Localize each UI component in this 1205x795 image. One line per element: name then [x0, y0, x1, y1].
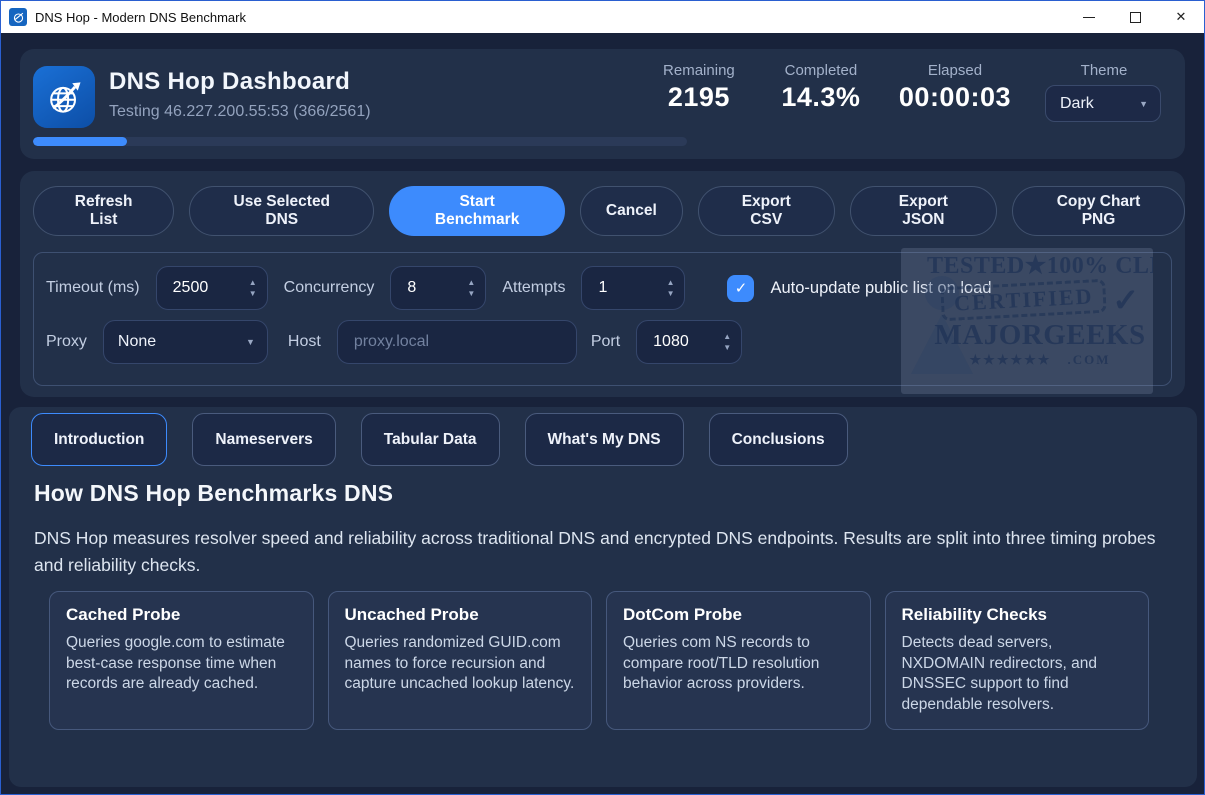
port-input[interactable]: 1080 ▲ ▼: [636, 320, 742, 364]
theme-label: Theme: [1045, 62, 1163, 79]
minimize-icon: [1083, 17, 1095, 18]
dns-hop-logo-icon: [33, 66, 95, 128]
refresh-list-button[interactable]: Refresh List: [33, 186, 174, 236]
stat-elapsed: Elapsed 00:00:03: [899, 62, 1011, 113]
theme-block: Theme Dark ▼: [1045, 62, 1163, 122]
host-input[interactable]: [337, 320, 577, 364]
concurrency-spin-up-icon[interactable]: ▲: [467, 279, 475, 286]
theme-select[interactable]: Dark ▼: [1045, 85, 1161, 122]
concurrency-input[interactable]: 8 ▲ ▼: [390, 266, 486, 310]
intro-paragraph: DNS Hop measures resolver speed and reli…: [34, 525, 1169, 579]
content-card: Introduction Nameservers Tabular Data Wh…: [9, 407, 1197, 787]
window-title: DNS Hop - Modern DNS Benchmark: [35, 10, 246, 25]
tab-introduction[interactable]: Introduction: [31, 413, 167, 466]
tab-nameservers[interactable]: Nameservers: [192, 413, 335, 466]
host-label: Host: [288, 333, 321, 351]
stat-completed-value: 14.3%: [777, 82, 865, 113]
proxy-label: Proxy: [46, 333, 87, 351]
cancel-button[interactable]: Cancel: [580, 186, 683, 236]
timeout-input[interactable]: 2500 ▲ ▼: [156, 266, 268, 310]
concurrency-value: 8: [407, 279, 416, 297]
page-title: DNS Hop Dashboard: [109, 68, 371, 96]
majorgeeks-watermark: TESTED★100% CLEAN CERTIFIED ✓ MAJORGEEKS…: [901, 248, 1153, 394]
cached-probe-card: Cached Probe Queries google.com to estim…: [49, 591, 314, 730]
tab-whats-my-dns[interactable]: What's My DNS: [525, 413, 684, 466]
attempts-value: 1: [598, 279, 607, 297]
stat-remaining-label: Remaining: [655, 62, 743, 79]
theme-select-value: Dark: [1060, 95, 1094, 113]
proxy-select-value: None: [118, 333, 156, 351]
stat-completed-label: Completed: [777, 62, 865, 79]
app-logo-icon: [9, 8, 27, 26]
stat-elapsed-label: Elapsed: [899, 62, 1011, 79]
probe-cards: Cached Probe Queries google.com to estim…: [49, 591, 1149, 730]
card-body: Detects dead servers, NXDOMAIN redirecto…: [902, 633, 1133, 715]
watermark-stars: ★★★★★★: [970, 352, 1052, 368]
title-bar: DNS Hop - Modern DNS Benchmark ✕: [1, 1, 1204, 33]
maximize-button[interactable]: [1112, 1, 1158, 33]
watermark-brand: MAJORGEEKS: [927, 319, 1153, 352]
check-icon: ✓: [735, 279, 748, 297]
tab-conclusions[interactable]: Conclusions: [709, 413, 848, 466]
watermark-tested-clean: TESTED★100% CLEAN: [927, 251, 1153, 280]
tab-bar: Introduction Nameservers Tabular Data Wh…: [31, 413, 848, 466]
stat-remaining: Remaining 2195: [655, 62, 743, 113]
attempts-label: Attempts: [502, 279, 565, 297]
maximize-icon: [1130, 12, 1141, 23]
proxy-select[interactable]: None ▼: [103, 320, 268, 364]
stat-elapsed-value: 00:00:03: [899, 82, 1011, 113]
progress-bar: [33, 137, 687, 146]
start-benchmark-button[interactable]: Start Benchmark: [389, 186, 565, 236]
concurrency-label: Concurrency: [284, 279, 375, 297]
port-value: 1080: [653, 333, 689, 351]
attempts-spin-down-icon[interactable]: ▼: [667, 290, 675, 297]
stat-remaining-value: 2195: [655, 82, 743, 113]
tab-tabular-data[interactable]: Tabular Data: [361, 413, 500, 466]
timeout-label: Timeout (ms): [46, 279, 140, 297]
use-selected-dns-button[interactable]: Use Selected DNS: [189, 186, 374, 236]
autoupdate-checkbox[interactable]: ✓: [727, 275, 754, 302]
watermark-certified-stamp: CERTIFIED: [940, 279, 1107, 322]
card-title: Cached Probe: [66, 605, 297, 625]
card-body: Queries google.com to estimate best-case…: [66, 633, 297, 695]
testing-status: Testing 46.227.200.55:53 (366/2561): [109, 103, 371, 121]
card-title: DotCom Probe: [623, 605, 854, 625]
copy-chart-png-button[interactable]: Copy Chart PNG: [1012, 186, 1185, 236]
card-body: Queries randomized GUID.com names to for…: [345, 633, 576, 695]
port-spin-up-icon[interactable]: ▲: [723, 333, 731, 340]
timeout-value: 2500: [173, 279, 209, 297]
concurrency-spin-down-icon[interactable]: ▼: [467, 290, 475, 297]
watermark-dotcom: .COM: [1067, 352, 1110, 368]
app-body: DNS Hop Dashboard Testing 46.227.200.55:…: [1, 34, 1204, 794]
stat-completed: Completed 14.3%: [777, 62, 865, 113]
attempts-input[interactable]: 1 ▲ ▼: [581, 266, 685, 310]
dotcom-probe-card: DotCom Probe Queries com NS records to c…: [606, 591, 871, 730]
watermark-check-icon: ✓: [1112, 281, 1139, 319]
port-label: Port: [591, 333, 620, 351]
card-title: Reliability Checks: [902, 605, 1133, 625]
timeout-spin-up-icon[interactable]: ▲: [249, 279, 257, 286]
reliability-checks-card: Reliability Checks Detects dead servers,…: [885, 591, 1150, 730]
attempts-spin-up-icon[interactable]: ▲: [667, 279, 675, 286]
toolbar: Refresh List Use Selected DNS Start Benc…: [33, 186, 1185, 236]
port-spin-down-icon[interactable]: ▼: [723, 344, 731, 351]
card-body: Queries com NS records to compare root/T…: [623, 633, 854, 695]
chevron-down-icon: ▼: [1139, 99, 1148, 109]
progress-fill: [33, 137, 127, 146]
section-heading: How DNS Hop Benchmarks DNS: [34, 480, 393, 507]
chevron-down-icon: ▼: [246, 337, 255, 347]
minimize-button[interactable]: [1066, 1, 1112, 33]
export-json-button[interactable]: Export JSON: [850, 186, 997, 236]
app-window: DNS Hop - Modern DNS Benchmark ✕: [0, 0, 1205, 795]
export-csv-button[interactable]: Export CSV: [698, 186, 835, 236]
close-button[interactable]: ✕: [1158, 1, 1204, 33]
header-card: DNS Hop Dashboard Testing 46.227.200.55:…: [20, 49, 1185, 159]
timeout-spin-down-icon[interactable]: ▼: [249, 290, 257, 297]
card-title: Uncached Probe: [345, 605, 576, 625]
uncached-probe-card: Uncached Probe Queries randomized GUID.c…: [328, 591, 593, 730]
